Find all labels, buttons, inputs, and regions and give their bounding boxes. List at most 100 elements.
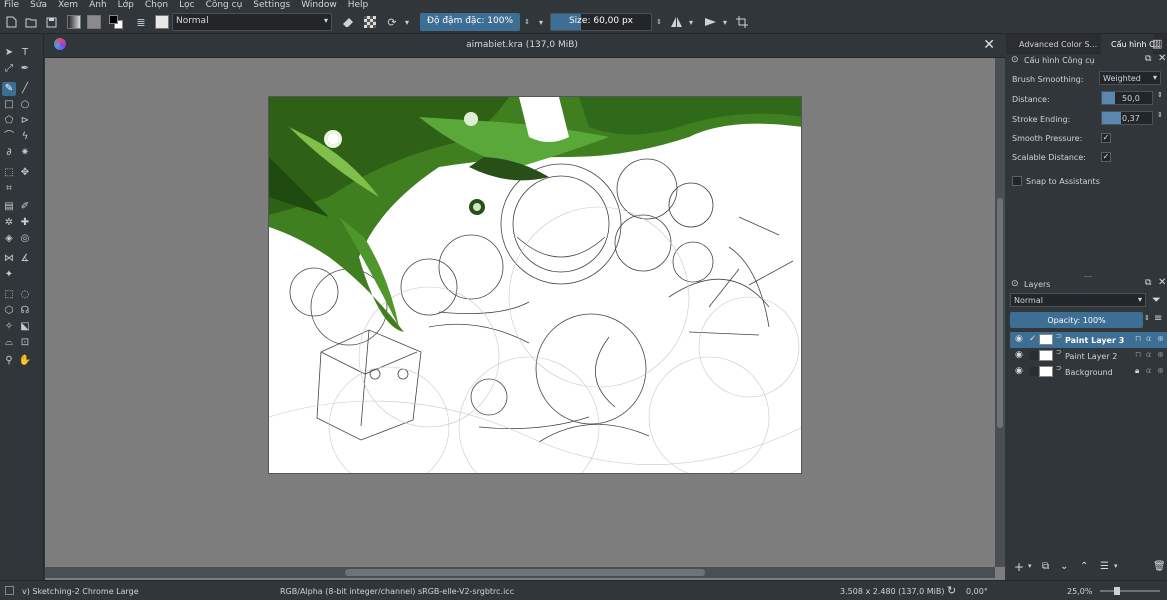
layer-row-background[interactable]: ◉ ⊃ Background 🔒︎ α ⊕: [1010, 364, 1167, 380]
move-tool-icon[interactable]: ✥: [18, 166, 32, 180]
add-layer-icon[interactable]: +: [1014, 560, 1024, 574]
bezier-select-icon[interactable]: ⌓: [2, 336, 16, 350]
gradient-tool-icon[interactable]: ▤: [2, 200, 16, 214]
select-shapes-icon[interactable]: ➤: [2, 46, 16, 60]
freehand-path-icon[interactable]: ϟ: [18, 130, 32, 144]
enclose-fill-icon[interactable]: ◎: [18, 232, 32, 246]
ellipse-select-icon[interactable]: ◌: [18, 288, 32, 302]
chevron-down-icon[interactable]: ▾: [720, 14, 730, 30]
alpha-icon[interactable]: α: [1146, 334, 1151, 343]
calligraphy-icon[interactable]: ✒: [18, 62, 32, 76]
vertical-scrollbar[interactable]: [995, 58, 1005, 567]
inherit-alpha-icon[interactable]: ⊕: [1157, 334, 1164, 343]
close-layers-icon[interactable]: ✕: [1158, 277, 1166, 288]
smart-patch-icon[interactable]: ✚: [18, 216, 32, 230]
save-icon[interactable]: [44, 14, 58, 30]
visibility-eye-icon[interactable]: ◉: [1015, 366, 1023, 376]
pan-tool-icon[interactable]: ✋: [18, 354, 32, 368]
distance-stepper-icon[interactable]: ⇕: [1157, 91, 1163, 99]
freehand-brush-icon[interactable]: ✎: [2, 82, 16, 96]
mirror-vertical-icon[interactable]: [702, 14, 718, 30]
polygon-select-icon[interactable]: ⬡: [2, 304, 16, 318]
stroke-ending-slider[interactable]: 0,37: [1101, 111, 1153, 125]
opacity-slider[interactable]: Độ đậm đặc: 100%: [420, 13, 520, 31]
layer-opacity-stepper-icon[interactable]: ⇕: [1144, 314, 1150, 322]
menu-image[interactable]: Ảnh: [89, 0, 107, 10]
menu-edit[interactable]: Sửa: [30, 0, 47, 10]
color-picker-icon[interactable]: ✐: [18, 200, 32, 214]
measure-tool-icon[interactable]: ∡: [18, 252, 32, 266]
horizontal-scrollbar[interactable]: [45, 567, 995, 578]
rotation-icon[interactable]: ↻: [947, 584, 956, 597]
alpha-icon[interactable]: α: [1146, 350, 1151, 359]
snap-assistants-checkbox[interactable]: [1012, 176, 1022, 186]
magnetic-select-icon[interactable]: ⊡: [18, 336, 32, 350]
opacity-stepper-icon[interactable]: ⇕: [522, 14, 532, 30]
text-tool-icon[interactable]: T: [18, 46, 32, 60]
colorize-mask-icon[interactable]: ✲: [2, 216, 16, 230]
new-document-icon[interactable]: [4, 14, 18, 30]
line-tool-icon[interactable]: ╱: [18, 82, 32, 96]
scalable-distance-checkbox[interactable]: ✓: [1101, 152, 1111, 162]
smooth-pressure-checkbox[interactable]: ✓: [1101, 133, 1111, 143]
brush-smoothing-dropdown[interactable]: Weighted ▾: [1099, 71, 1161, 85]
wrap-around-icon[interactable]: [734, 14, 750, 30]
vertical-scrollbar-thumb[interactable]: [997, 198, 1003, 428]
rect-select-icon[interactable]: ⬚: [2, 288, 16, 302]
inherit-alpha-icon[interactable]: ⊕: [1157, 366, 1164, 375]
menu-tools[interactable]: Công cụ: [206, 0, 243, 10]
preserve-alpha-icon[interactable]: [362, 14, 378, 30]
color-swatch-icon[interactable]: [108, 14, 124, 30]
artboard[interactable]: [268, 96, 802, 474]
chevron-down-icon[interactable]: ▾: [686, 14, 696, 30]
layer-name[interactable]: Paint Layer 2: [1065, 352, 1117, 361]
float-panel-icon[interactable]: ⧉: [1145, 54, 1151, 64]
layer-name[interactable]: Background: [1065, 368, 1113, 377]
horizontal-scrollbar-thumb[interactable]: [345, 569, 705, 576]
gradient-preset-icon[interactable]: [66, 14, 82, 30]
layer-properties-icon[interactable]: ☰: [1100, 561, 1109, 572]
polyline-tool-icon[interactable]: ⊳: [18, 114, 32, 128]
multibrush-icon[interactable]: ✷: [18, 146, 32, 160]
dock-panel-icon[interactable]: ▥: [1152, 37, 1162, 50]
similar-select-icon[interactable]: ⬕: [18, 320, 32, 334]
size-stepper-icon[interactable]: ⇕: [654, 14, 664, 30]
visibility-eye-icon[interactable]: ◉: [1015, 350, 1023, 360]
reference-images-icon[interactable]: ✦: [2, 268, 16, 282]
zoom-tool-icon[interactable]: ⚲: [2, 354, 16, 368]
edit-shapes-icon[interactable]: ⤢: [2, 62, 16, 76]
blend-mode-dropdown[interactable]: Normal ▾: [172, 13, 332, 31]
assistant-tool-icon[interactable]: ⋈: [2, 252, 16, 266]
inherit-alpha-icon[interactable]: ⊕: [1157, 350, 1164, 359]
menu-window[interactable]: Window: [301, 0, 337, 10]
dynamic-brush-icon[interactable]: ∂: [2, 146, 16, 160]
layer-selected-check-icon[interactable]: ✓: [1029, 334, 1037, 344]
chevron-down-icon[interactable]: ▾: [402, 14, 412, 30]
zoom-slider[interactable]: [1100, 587, 1160, 595]
rectangle-tool-icon[interactable]: □: [2, 98, 16, 112]
alpha-icon[interactable]: α: [1146, 366, 1151, 375]
freehand-select-icon[interactable]: ☊: [18, 304, 32, 318]
delete-layer-icon[interactable]: 🗑︎: [1153, 561, 1166, 572]
menu-help[interactable]: Help: [348, 0, 369, 10]
lock-icon[interactable]: ⊓: [1135, 334, 1141, 343]
layer-menu-icon[interactable]: ≡: [1154, 313, 1162, 324]
menu-settings[interactable]: Settings: [253, 0, 290, 10]
menu-layer[interactable]: Lớp: [118, 0, 134, 10]
bezier-tool-icon[interactable]: ⌒: [2, 130, 16, 144]
eraser-icon[interactable]: [340, 14, 356, 30]
mirror-horizontal-icon[interactable]: [668, 14, 684, 30]
close-document-icon[interactable]: ✕: [983, 37, 995, 53]
layer-blend-dropdown[interactable]: Normal ▾: [1010, 293, 1146, 307]
splitter-handle[interactable]: [1084, 276, 1092, 277]
chevron-down-icon[interactable]: ▾: [1028, 562, 1032, 570]
layer-row-paint-layer-3[interactable]: ◉ ✓ ⊃ Paint Layer 3 ⊓ α ⊕: [1010, 332, 1167, 348]
menu-file[interactable]: File: [4, 0, 19, 10]
fill-tool-icon[interactable]: ◈: [2, 232, 16, 246]
brush-settings-icon[interactable]: ≣: [134, 14, 148, 30]
tab-advanced-color[interactable]: Advanced Color S...: [1019, 40, 1097, 49]
layer-row-paint-layer-2[interactable]: ◉ ⊃ Paint Layer 2 ⊓ α ⊕: [1010, 348, 1167, 364]
menu-filter[interactable]: Lọc: [179, 0, 194, 10]
lock-icon[interactable]: ⊓: [1135, 350, 1141, 359]
pattern-preset-icon[interactable]: [86, 14, 102, 30]
